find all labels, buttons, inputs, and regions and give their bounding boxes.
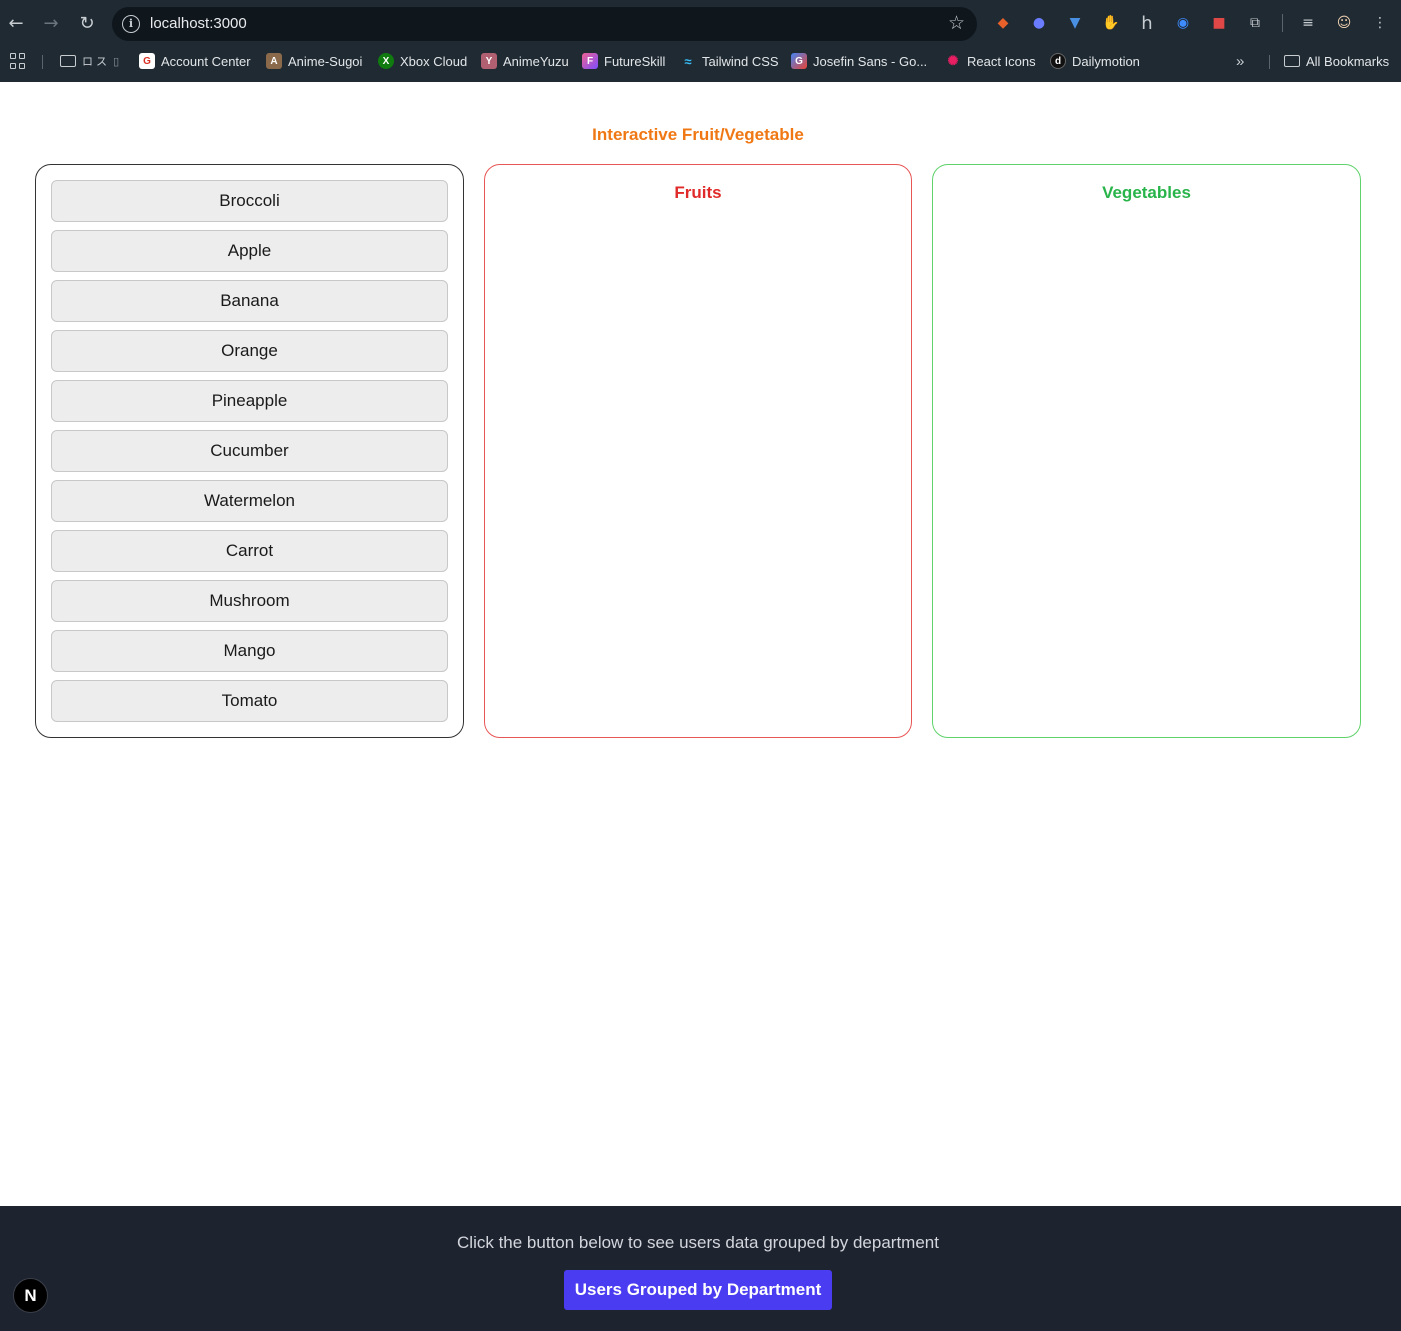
animeyuzu-icon: Y — [481, 53, 497, 69]
item-button-mango[interactable]: Mango — [51, 630, 448, 672]
media-control-icon[interactable]: ≡ — [1298, 13, 1318, 33]
vegetables-heading: Vegetables — [1102, 183, 1191, 202]
bookmarks-divider — [1269, 55, 1270, 69]
profile-avatar-icon[interactable]: ☺ — [1334, 13, 1354, 33]
fruits-panel: Fruits — [484, 164, 912, 738]
extensions-puzzle-icon[interactable]: ⧉ — [1245, 13, 1265, 33]
bookmark-dailymotion[interactable]: d Dailymotion — [1050, 52, 1140, 70]
item-button-mushroom[interactable]: Mushroom — [51, 580, 448, 622]
metamask-extension-icon[interactable]: ◆ — [993, 13, 1013, 33]
anime-sugoi-icon: A — [266, 53, 282, 69]
address-bar[interactable]: i localhost:3000 ☆ — [112, 7, 977, 41]
item-button-tomato[interactable]: Tomato — [51, 680, 448, 722]
browser-chrome: ← → ↻ i localhost:3000 ☆ ◆ ● ▼ ✋ h ◉ ■ ⧉… — [0, 0, 1401, 82]
bookmark-futureskill[interactable]: F FutureSkill — [582, 52, 665, 70]
item-button-broccoli[interactable]: Broccoli — [51, 180, 448, 222]
item-button-apple[interactable]: Apple — [51, 230, 448, 272]
xbox-icon: X — [378, 53, 394, 69]
h-extension-icon[interactable]: h — [1137, 13, 1157, 34]
bookmark-label: Anime-Sugoi — [288, 53, 363, 69]
extension-icon-2[interactable]: ● — [1029, 13, 1049, 33]
bookmarks-bar: ロ ス ▯ G Account Center A Anime-Sugoi X X… — [0, 46, 1401, 76]
item-button-banana[interactable]: Banana — [51, 280, 448, 322]
footer-instructions: Click the button below to see users data… — [457, 1233, 939, 1252]
back-icon[interactable]: ← — [4, 11, 28, 35]
browser-toolbar: ← → ↻ i localhost:3000 ☆ ◆ ● ▼ ✋ h ◉ ■ ⧉… — [0, 0, 1401, 46]
bookmark-animeyuzu[interactable]: Y AnimeYuzu — [481, 52, 569, 70]
bookmark-josefin-sans[interactable]: G Josefin Sans - Go... — [791, 52, 927, 70]
extension-icon-6[interactable]: ◉ — [1173, 13, 1193, 33]
bookmark-tailwind[interactable]: ≈ Tailwind CSS — [680, 52, 779, 70]
bookmark-folder[interactable]: ロ ス ▯ — [60, 52, 119, 70]
menu-kebab-icon[interactable]: ⋮ — [1370, 13, 1390, 33]
react-icons-icon: ✺ — [947, 53, 959, 68]
site-info-icon[interactable]: i — [122, 15, 140, 33]
phone-icon: ▯ — [113, 55, 120, 68]
page-title: Interactive Fruit/Vegetable — [592, 125, 804, 144]
apps-grid-icon[interactable] — [10, 53, 26, 69]
item-button-orange[interactable]: Orange — [51, 330, 448, 372]
bookmark-label: Tailwind CSS — [702, 53, 779, 69]
footer: Click the button below to see users data… — [0, 1206, 1401, 1331]
tailwind-icon: ≈ — [684, 53, 692, 69]
nextjs-dev-badge-icon[interactable]: N — [13, 1278, 48, 1313]
bookmark-label: Dailymotion — [1072, 53, 1140, 69]
bookmark-label: Account Center — [161, 53, 251, 69]
folder-icon — [60, 55, 76, 67]
bookmark-label: FutureSkill — [604, 53, 666, 69]
vegetables-panel: Vegetables — [932, 164, 1361, 738]
bookmark-account-center[interactable]: G Account Center — [139, 52, 251, 70]
bookmark-react-icons[interactable]: ✺ React Icons — [945, 52, 1036, 70]
url-text[interactable]: localhost:3000 — [150, 15, 247, 32]
folder-icon — [1284, 55, 1300, 67]
futureskill-icon: F — [582, 53, 598, 69]
bookmark-label: Josefin Sans - Go... — [813, 53, 928, 69]
item-button-cucumber[interactable]: Cucumber — [51, 430, 448, 472]
dailymotion-icon: d — [1050, 53, 1066, 69]
item-button-watermelon[interactable]: Watermelon — [51, 480, 448, 522]
bookmark-label: Xbox Cloud — [400, 53, 468, 69]
reload-icon[interactable]: ↻ — [75, 11, 99, 35]
bookmarks-divider — [42, 55, 43, 69]
shield-extension-icon[interactable]: ▼ — [1065, 13, 1085, 33]
all-bookmarks-button[interactable]: All Bookmarks — [1284, 52, 1389, 70]
all-bookmarks-label: All Bookmarks — [1306, 53, 1390, 69]
item-button-pineapple[interactable]: Pineapple — [51, 380, 448, 422]
bookmark-label: React Icons — [967, 53, 1036, 69]
forward-icon[interactable]: → — [39, 11, 63, 35]
bookmark-label: AnimeYuzu — [503, 53, 569, 69]
fruits-heading: Fruits — [674, 183, 722, 202]
account-center-icon: G — [139, 53, 155, 69]
items-panel: Broccoli Apple Banana Orange Pineapple C… — [35, 164, 464, 738]
item-button-carrot[interactable]: Carrot — [51, 530, 448, 572]
more-bookmarks-chevron-icon[interactable]: » — [1236, 52, 1244, 70]
users-grouped-button[interactable]: Users Grouped by Department — [564, 1270, 832, 1310]
bookmark-folder-label: ロ ス — [82, 56, 108, 68]
google-fonts-icon: G — [791, 53, 807, 69]
bookmark-anime-sugoi[interactable]: A Anime-Sugoi — [266, 52, 362, 70]
bookmark-xbox-cloud[interactable]: X Xbox Cloud — [378, 52, 467, 70]
item-list: Broccoli Apple Banana Orange Pineapple C… — [51, 180, 448, 730]
toolbar-divider — [1282, 14, 1283, 32]
bookmark-star-icon[interactable]: ☆ — [948, 12, 965, 34]
adblock-extension-icon[interactable]: ✋ — [1101, 13, 1121, 33]
extension-icon-7[interactable]: ■ — [1209, 13, 1229, 33]
